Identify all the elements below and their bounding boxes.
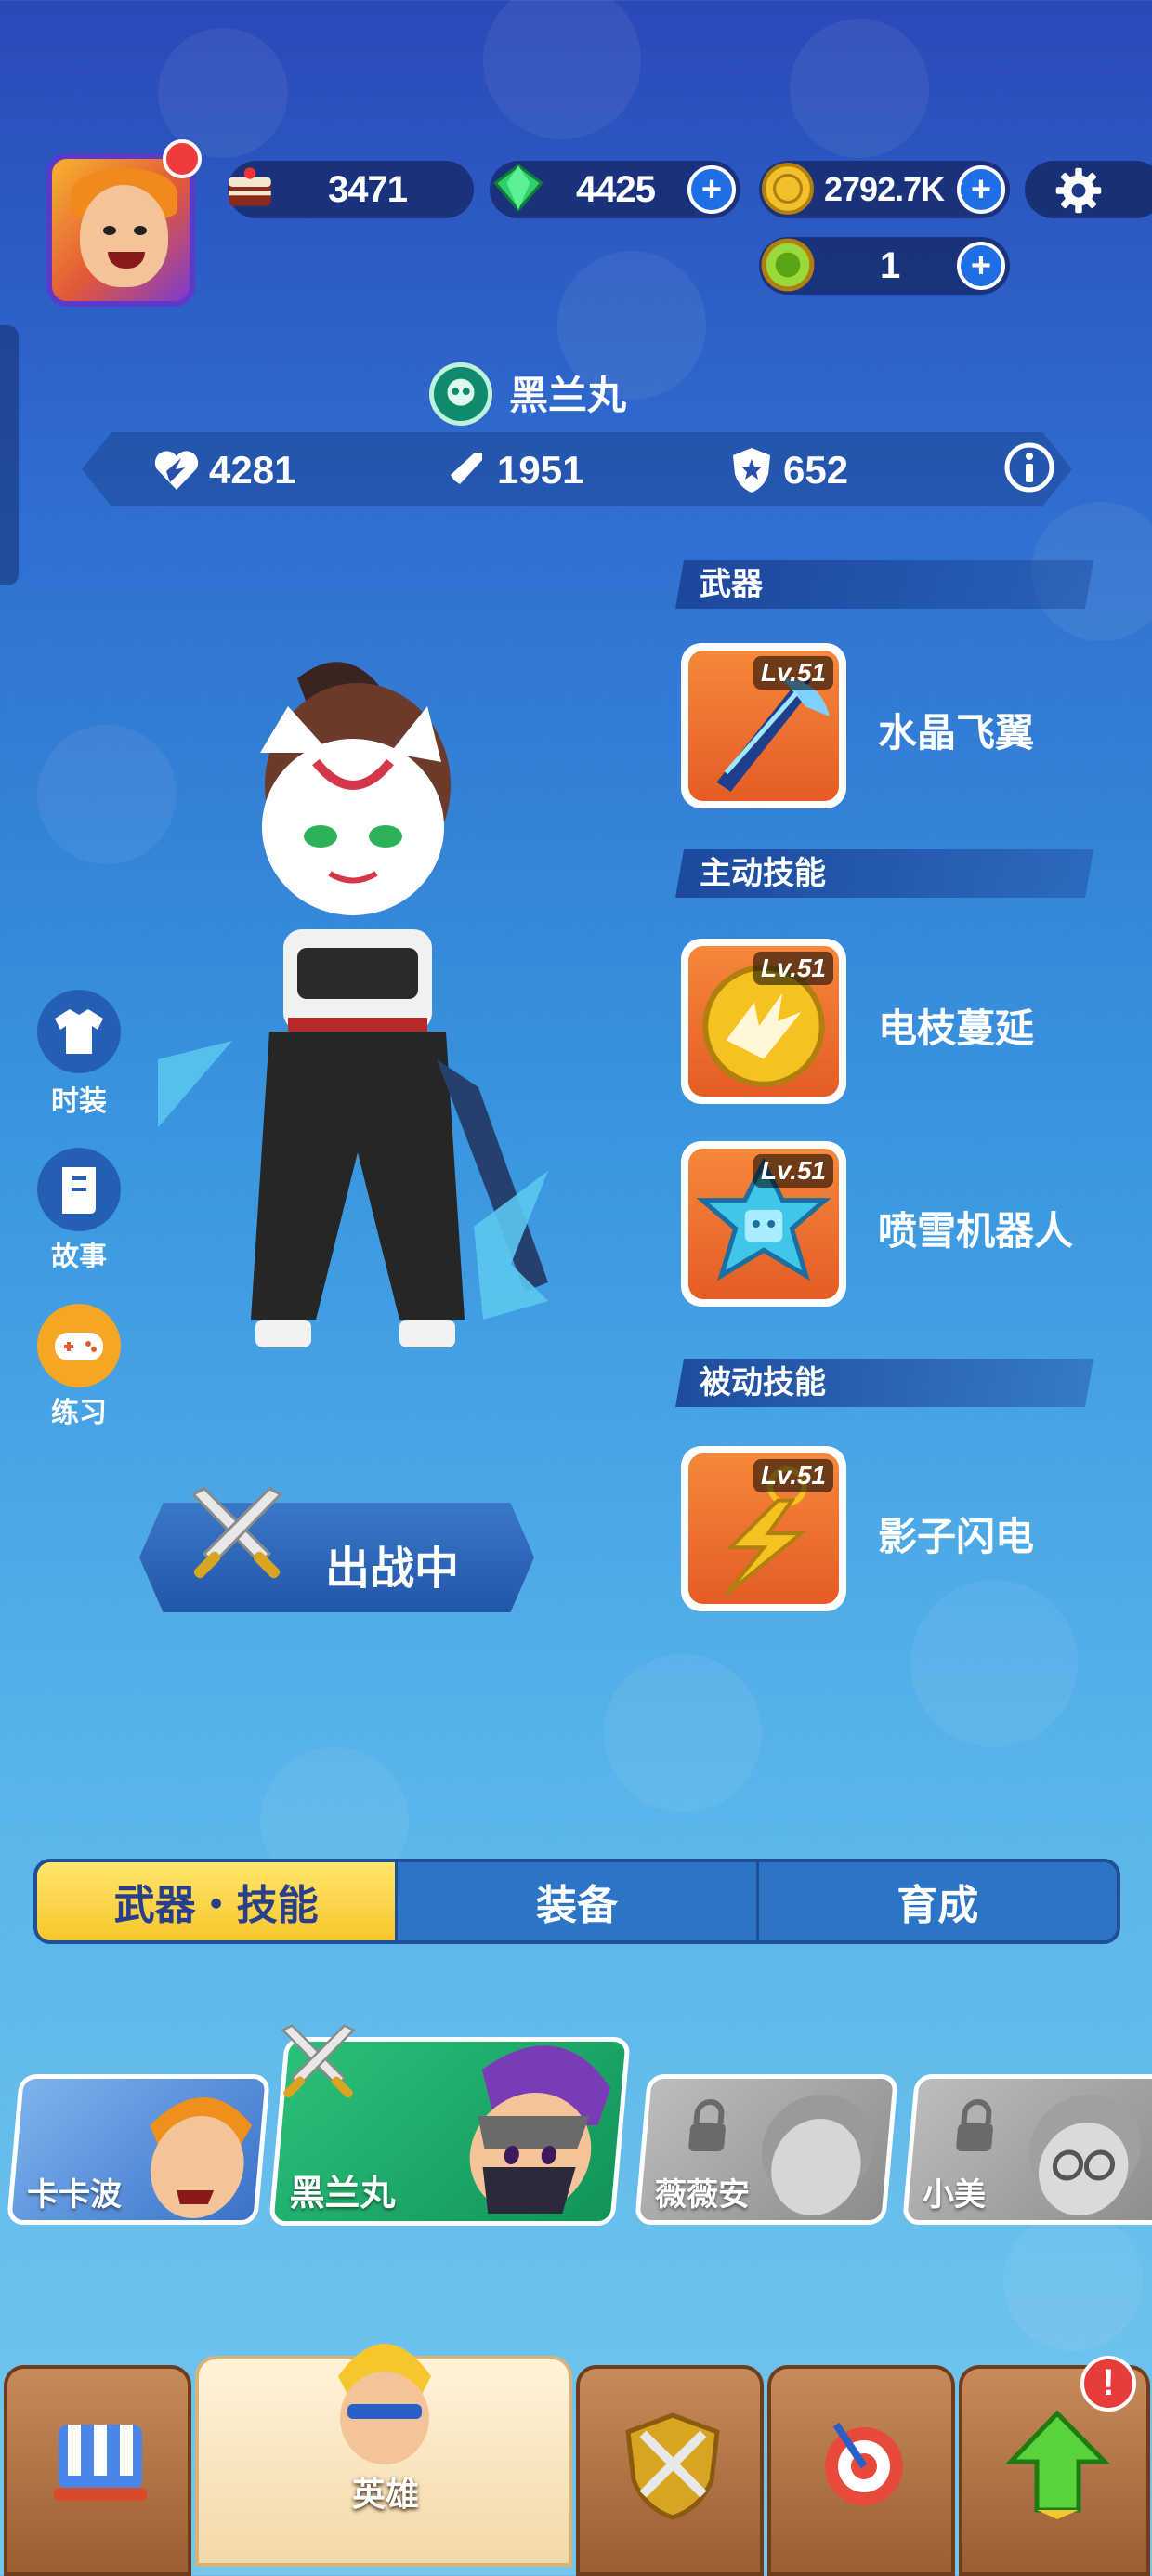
hero-portrait — [1028, 2095, 1142, 2215]
deployed-status-label: 出战中 — [325, 1543, 460, 1595]
section-active-header: 主动技能 — [675, 849, 1093, 898]
active-skill-2-level: Lv.51 — [753, 1154, 833, 1188]
stat-hp: 4281 — [153, 444, 295, 496]
nav-hero-label: 英雄 — [351, 2476, 419, 2514]
cake-icon — [229, 167, 271, 206]
bg-decor — [1003, 2212, 1143, 2351]
shield-icon — [733, 448, 770, 493]
weapon-name: 水晶飞翼 — [878, 710, 1035, 756]
hero-card-label: 卡卡波 — [27, 2176, 123, 2214]
crossed-swords-icon — [190, 1487, 283, 1579]
cake-count: 3471 — [328, 168, 408, 210]
hero-card-xiaomei[interactable]: 小美 — [901, 2074, 1152, 2225]
hero-card-label: 黑兰丸 — [289, 2173, 396, 2214]
bg-decor — [910, 1580, 1078, 1747]
active-skill-1-level: Lv.51 — [753, 952, 833, 985]
notification-dot — [163, 139, 202, 178]
bg-decor — [790, 19, 929, 158]
story-button[interactable] — [37, 1148, 121, 1231]
story-label: 故事 — [51, 1241, 107, 1273]
passive-skill-card[interactable]: Lv.51 — [681, 1446, 846, 1611]
bg-decor — [37, 725, 177, 864]
hero-portrait — [150, 2097, 253, 2218]
upgrade-arrow-icon — [1005, 2410, 1110, 2519]
section-weapon-header: 武器 — [675, 560, 1093, 609]
hero-name: 黑兰丸 — [509, 373, 627, 418]
weapon-icon: Lv.51 — [688, 651, 839, 801]
stat-defense: 652 — [729, 444, 848, 496]
token-icon — [761, 238, 815, 292]
gem-icon — [492, 164, 544, 213]
hp-value: 4281 — [209, 448, 296, 492]
tab-training[interactable]: 育成 — [759, 1862, 1117, 1940]
hero-card-vivian[interactable]: 薇薇安 — [634, 2074, 899, 2225]
lock-icon — [688, 2099, 726, 2151]
shirt-icon — [55, 1009, 103, 1054]
hero-card-kakabo[interactable]: 卡卡波 — [6, 2074, 271, 2225]
info-icon[interactable] — [1003, 441, 1055, 493]
crossed-swords-icon — [281, 2024, 356, 2098]
bg-decor — [483, 0, 641, 139]
active-skill-card-2[interactable]: Lv.51 — [681, 1141, 846, 1307]
outfit-button[interactable] — [37, 990, 121, 1073]
snow-robot-icon: Lv.51 — [688, 1149, 839, 1299]
tab-equipment[interactable]: 装备 — [398, 1862, 759, 1940]
hero-nav-icon — [338, 2344, 431, 2464]
hero-character-figure — [158, 662, 548, 1347]
add-gold-button[interactable]: + — [957, 165, 1005, 214]
weapon-card[interactable]: Lv.51 — [681, 643, 846, 808]
target-icon — [825, 2422, 903, 2505]
active-skill-2-name: 喷雪机器人 — [878, 1208, 1074, 1254]
hero-portrait — [761, 2095, 874, 2215]
add-token-button[interactable]: + — [957, 242, 1005, 290]
avatar-eye — [103, 226, 116, 235]
passive-skill-level: Lv.51 — [753, 1459, 833, 1492]
weapon-level: Lv.51 — [753, 656, 833, 690]
avatar-face — [80, 185, 168, 287]
active-skill-card-1[interactable]: Lv.51 — [681, 939, 846, 1104]
bg-decor — [604, 1654, 762, 1812]
hero-portrait — [469, 2045, 611, 2214]
shadow-lightning-icon: Lv.51 — [688, 1453, 839, 1604]
nav-battle[interactable] — [576, 2365, 764, 2576]
scroll-icon — [62, 1167, 96, 1214]
outfit-label: 时装 — [51, 1085, 107, 1118]
attack-value: 1951 — [497, 448, 584, 492]
lock-icon — [956, 2099, 993, 2151]
defense-value: 652 — [783, 448, 849, 492]
gold-count: 2792.7K — [824, 170, 945, 208]
upgrade-alert-badge: ! — [1080, 2356, 1136, 2412]
shop-icon — [54, 2425, 147, 2501]
gear-icon[interactable] — [1053, 164, 1105, 217]
skull-badge-icon — [429, 362, 492, 426]
crossed-swords-shield-icon — [625, 2412, 720, 2520]
sword-icon — [447, 453, 482, 488]
stat-attack: 1951 — [441, 444, 583, 496]
passive-skill-name: 影子闪电 — [878, 1514, 1035, 1559]
nav-target[interactable] — [767, 2365, 955, 2576]
nav-shop[interactable] — [4, 2365, 191, 2576]
bg-decor — [158, 28, 288, 158]
practice-button[interactable] — [37, 1304, 121, 1387]
hero-card-label: 小美 — [923, 2176, 987, 2214]
heart-icon — [154, 451, 199, 490]
nav-hero[interactable] — [195, 2344, 572, 2567]
token-count: 1 — [880, 244, 900, 286]
add-gems-button[interactable]: + — [687, 165, 736, 214]
practice-label: 练习 — [51, 1397, 107, 1429]
section-passive-header: 被动技能 — [675, 1359, 1093, 1407]
tab-weapon-skills[interactable]: 武器・技能 — [37, 1862, 399, 1940]
avatar-eye — [134, 226, 147, 235]
gamepad-icon — [55, 1333, 103, 1360]
gem-count: 4425 — [576, 168, 656, 210]
side-drawer-handle[interactable] — [0, 325, 19, 585]
detail-tabs: 武器・技能 装备 育成 — [33, 1859, 1120, 1944]
hero-card-label: 薇薇安 — [655, 2176, 751, 2214]
lightning-vine-icon: Lv.51 — [688, 946, 839, 1097]
gold-coin-icon — [762, 163, 814, 215]
active-skill-1-name: 电枝蔓延 — [878, 1005, 1035, 1051]
